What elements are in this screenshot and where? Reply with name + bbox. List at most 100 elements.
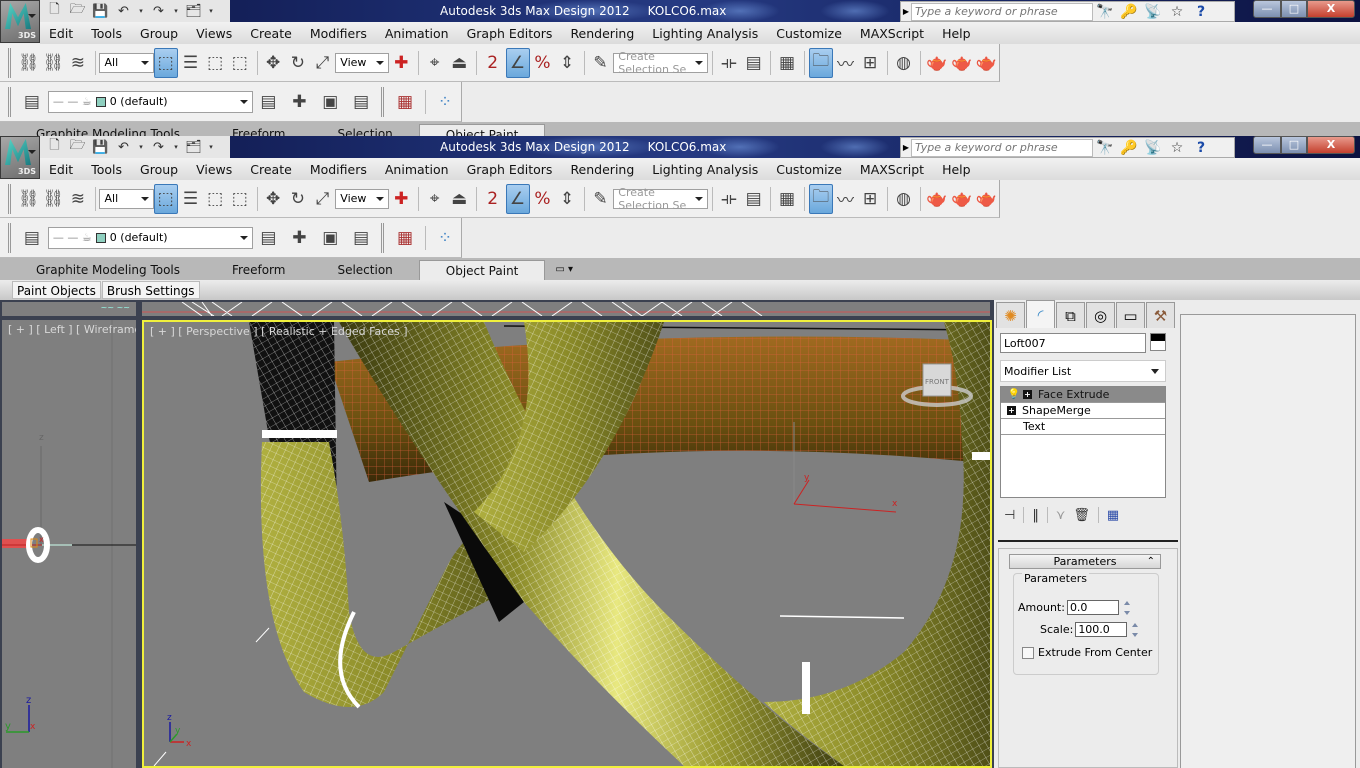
undo-icon[interactable]: ↶	[115, 139, 132, 156]
rollout-header[interactable]: Parameters ⌃	[1009, 554, 1161, 569]
lightbulb-icon[interactable]: 💡	[1007, 389, 1021, 400]
pivot-center-icon[interactable]: ✚	[389, 48, 413, 78]
menu-help[interactable]: Help	[933, 26, 980, 41]
bind-space-warp-icon[interactable]: ≋	[66, 184, 90, 214]
search-input[interactable]	[911, 138, 1093, 157]
window-crossing-icon[interactable]: ⬚	[228, 184, 252, 214]
paint-objects-panel[interactable]: Paint Objects	[12, 281, 101, 299]
menu-lighting-analysis[interactable]: Lighting Analysis	[643, 26, 767, 41]
satellite-icon[interactable]: 📡	[1141, 140, 1165, 156]
select-by-name-icon[interactable]: ☰	[179, 48, 203, 78]
tab-object-paint[interactable]: Object Paint	[418, 124, 546, 136]
menu-tools[interactable]: Tools	[82, 26, 131, 41]
show-end-result-icon[interactable]: ‖	[1032, 508, 1039, 523]
extrude-brick-icon[interactable]: ▦	[390, 87, 420, 117]
motion-tab[interactable]: ◎	[1086, 302, 1115, 328]
application-button[interactable]: 3DS	[0, 0, 40, 43]
unlink-icon[interactable]: ⛓	[41, 48, 65, 78]
create-tab[interactable]: ✺	[996, 302, 1025, 328]
layer-manager-icon[interactable]: ▦	[775, 184, 799, 214]
add-to-layer-icon[interactable]: ✚	[284, 87, 314, 117]
save-icon[interactable]: 💾	[92, 3, 109, 20]
minimize-button[interactable]: —	[1253, 0, 1281, 18]
close-button[interactable]: X	[1307, 136, 1355, 154]
spinner-snap-icon[interactable]: ⇕	[555, 184, 579, 214]
snap-toggle-icon[interactable]: 2	[481, 48, 505, 78]
layer-manager-icon[interactable]: ▦	[775, 48, 799, 78]
create-layer-icon[interactable]: ▤	[253, 87, 283, 117]
tab-graphite-modeling-tools[interactable]: Graphite Modeling Tools	[10, 260, 206, 280]
select-object-icon[interactable]: ⬚	[153, 47, 178, 78]
menu-customize[interactable]: Customize	[767, 162, 851, 177]
modify-tab[interactable]: ◜	[1026, 300, 1055, 328]
minimize-button[interactable]: —	[1253, 136, 1281, 154]
menu-modifiers[interactable]: Modifiers	[301, 26, 376, 41]
named-selection-dropdown[interactable]: Create Selection Se	[613, 50, 709, 76]
maximize-button[interactable]: □	[1281, 0, 1307, 18]
current-layer-dropdown[interactable]: — — ☕ 0 (default)	[47, 226, 254, 249]
schematic-view-icon[interactable]: ⊞	[858, 48, 882, 78]
star-icon[interactable]: ☆	[1165, 4, 1189, 20]
maximize-button[interactable]: □	[1281, 136, 1307, 154]
satellite-icon[interactable]: 📡	[1141, 4, 1165, 20]
menu-animation[interactable]: Animation	[376, 162, 458, 177]
render-setup-icon[interactable]: 🫖	[925, 184, 949, 214]
render-setup-icon[interactable]: 🫖	[925, 48, 949, 78]
redo-icon[interactable]: ↷	[150, 139, 167, 156]
menu-views[interactable]: Views	[187, 162, 241, 177]
extrude-from-center-checkbox[interactable]	[1022, 646, 1034, 659]
search-input[interactable]	[911, 2, 1093, 21]
angle-snap-icon[interactable]: ∠	[505, 183, 530, 214]
rotate-icon[interactable]: ↻	[286, 184, 310, 214]
menu-customize[interactable]: Customize	[767, 26, 851, 41]
close-button[interactable]: X	[1307, 0, 1355, 18]
edit-named-selection-icon[interactable]: ✎	[589, 184, 613, 214]
link-icon[interactable]: ⛓	[17, 48, 41, 78]
select-by-name-icon[interactable]: ☰	[179, 184, 203, 214]
stack-item-text[interactable]: Text	[1001, 419, 1165, 435]
undo-icon[interactable]: ↶	[115, 3, 132, 20]
pivot-center-icon[interactable]: ✚	[389, 184, 413, 214]
make-unique-icon[interactable]: ⋎	[1056, 508, 1066, 523]
particle-icon[interactable]: ⁘	[430, 223, 460, 253]
viewport-perspective[interactable]: y x FRONT z y x [ + ] [ Perspective ] [ …	[142, 320, 992, 768]
viewport-top-right-strip[interactable]	[142, 302, 990, 316]
undo-dropdown-icon[interactable]: ▾	[138, 3, 144, 20]
angle-snap-icon[interactable]: ∠	[505, 47, 530, 78]
redo-dropdown-icon[interactable]: ▾	[173, 139, 179, 156]
ribbon-options-button[interactable]: ▭ ▾	[545, 260, 583, 280]
link-icon[interactable]: ⛓	[17, 184, 41, 214]
tab-object-paint[interactable]: Object Paint	[418, 260, 546, 280]
menu-lighting-analysis[interactable]: Lighting Analysis	[643, 162, 767, 177]
reference-coordinate-dropdown[interactable]: View	[335, 188, 390, 209]
viewport-top-left-strip[interactable]: ~~ ~~	[2, 302, 136, 316]
rectangular-region-icon[interactable]: ⬚	[203, 48, 227, 78]
tab-selection[interactable]: Selection	[311, 124, 418, 136]
remove-modifier-icon[interactable]: 🗑	[1073, 508, 1090, 523]
help-icon[interactable]: ?	[1189, 4, 1213, 20]
tab-freeform[interactable]: Freeform	[206, 124, 311, 136]
menu-group[interactable]: Group	[131, 162, 187, 177]
project-folder-icon[interactable]: 🗂	[185, 139, 202, 156]
scale-input[interactable]	[1075, 622, 1128, 637]
open-folder-icon[interactable]: 🗁	[69, 2, 86, 20]
expand-arrow-icon[interactable]: ▶	[901, 7, 911, 16]
manipulate-icon[interactable]: ⌖	[423, 184, 447, 214]
star-icon[interactable]: ☆	[1165, 140, 1189, 156]
toolbar-grip[interactable]	[8, 86, 11, 117]
select-objects-in-layer-icon[interactable]: ▣	[315, 87, 345, 117]
menu-group[interactable]: Group	[131, 26, 187, 41]
layer-manager-icon[interactable]: ▤	[17, 87, 47, 117]
menu-rendering[interactable]: Rendering	[561, 26, 643, 41]
add-to-layer-icon[interactable]: ✚	[284, 223, 314, 253]
hierarchy-tab[interactable]: ⧉	[1056, 302, 1085, 328]
save-icon[interactable]: 💾	[92, 139, 109, 156]
help-icon[interactable]: ?	[1189, 140, 1213, 156]
expand-plus-icon[interactable]: +	[1023, 390, 1032, 399]
key-icon[interactable]: 🔑	[1117, 140, 1141, 156]
render-production-icon[interactable]: 🫖	[974, 184, 998, 214]
material-editor-icon[interactable]: ◍	[892, 184, 916, 214]
scale-icon[interactable]: ⤢	[311, 184, 335, 214]
window-crossing-icon[interactable]: ⬚	[228, 48, 252, 78]
expand-plus-icon[interactable]: +	[1007, 406, 1016, 415]
